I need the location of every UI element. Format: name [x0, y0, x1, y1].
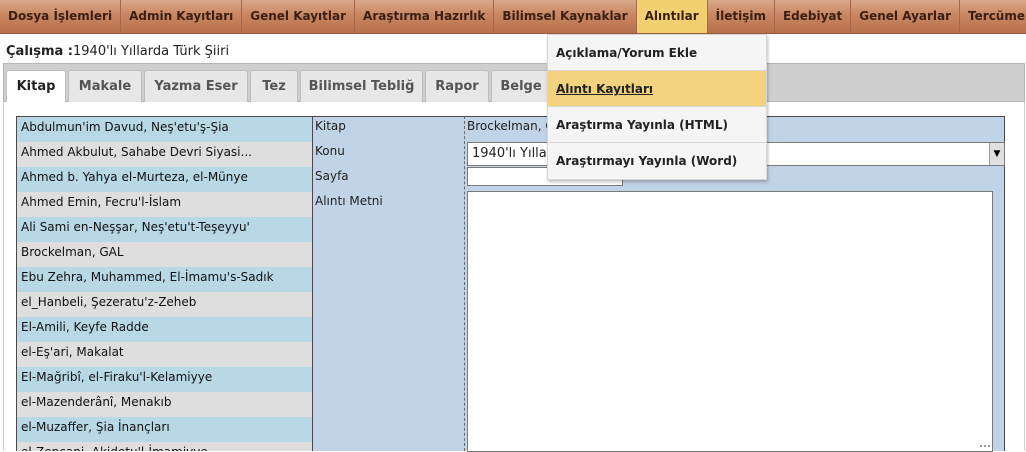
- list-item[interactable]: Abdulmun'im Davud, Neş'etu'ş-Şia: [17, 117, 312, 142]
- dropdown-arastirma-yayinla-word[interactable]: Araştırmayı Yayınla (Word): [548, 143, 766, 179]
- list-item[interactable]: Ali Sami en-Neşşar, Neş'etu't-Teşeyyu': [17, 217, 312, 242]
- study-label: Çalışma :: [6, 44, 74, 59]
- form-labels: Kitap Konu Sayfa Alıntı Metni: [313, 116, 464, 451]
- list-item[interactable]: el-Zencani, Akidetu'l-İmamiyye: [17, 442, 312, 451]
- list-item[interactable]: Ebu Zehra, Muhammed, El-İmamu's-Sadık: [17, 267, 312, 292]
- dropdown-alinti-kayitlari[interactable]: Alıntı Kayıtları: [548, 71, 766, 107]
- list-item[interactable]: Ahmed b. Yahya el-Murteza, el-Münye: [17, 167, 312, 192]
- menu-genel-kayitlar[interactable]: Genel Kayıtlar: [242, 0, 356, 33]
- main-menu-bar: Dosya İşlemleri Admin Kayıtları Genel Ka…: [0, 0, 1026, 34]
- list-item[interactable]: el_Hanbeli, Şezeratu'z-Zeheb: [17, 292, 312, 317]
- label-page: Sayfa: [315, 169, 349, 183]
- list-item[interactable]: el-Eş'ari, Makalat: [17, 342, 312, 367]
- book-list[interactable]: Abdulmun'im Davud, Neş'etu'ş-Şia Ahmed A…: [16, 116, 313, 451]
- menu-arastirma-hazirlik[interactable]: Araştırma Hazırlık: [355, 0, 495, 33]
- menu-tercume[interactable]: Tercüme: [960, 0, 1026, 33]
- dropdown-arastirma-yayinla-html[interactable]: Araştırma Yayınla (HTML): [548, 107, 766, 143]
- menu-alintilar[interactable]: Alıntılar: [636, 0, 708, 33]
- tab-tez[interactable]: Tez: [250, 70, 298, 103]
- chevron-down-icon[interactable]: ▼: [989, 143, 1004, 165]
- label-quote: Alıntı Metni: [315, 194, 383, 208]
- dropdown-aciklama-yorum-ekle[interactable]: Açıklama/Yorum Ekle: [548, 35, 766, 71]
- list-item[interactable]: Brockelman, GAL: [17, 242, 312, 267]
- menu-bilimsel-kaynaklar[interactable]: Bilimsel Kaynaklar: [494, 0, 637, 33]
- alintilar-dropdown: Açıklama/Yorum Ekle Alıntı Kayıtları Ara…: [547, 34, 767, 180]
- list-item[interactable]: El-Amili, Keyfe Radde: [17, 317, 312, 342]
- quote-textarea[interactable]: [467, 191, 993, 452]
- tab-yazma-eser[interactable]: Yazma Eser: [144, 70, 248, 103]
- tab-bilimsel-teblig[interactable]: Bilimsel Tebliğ: [300, 70, 423, 103]
- list-item[interactable]: Ahmed Emin, Fecru'l-İslam: [17, 192, 312, 217]
- study-value: 1940'lı Yıllarda Türk Şiiri: [73, 44, 230, 59]
- resize-grip-icon[interactable]: [980, 445, 990, 451]
- menu-iletisim[interactable]: İletişim: [708, 0, 775, 33]
- source-type-tabs: Kitap Makale Yazma Eser Tez Bilimsel Teb…: [3, 63, 1025, 104]
- list-item[interactable]: el-Mazenderânî, Menakıb: [17, 392, 312, 417]
- tab-kitap[interactable]: Kitap: [6, 70, 66, 104]
- menu-dosya-islemleri[interactable]: Dosya İşlemleri: [0, 0, 122, 33]
- tab-belge[interactable]: Belge: [491, 70, 551, 103]
- list-item[interactable]: el-Muzaffer, Şia İnançları: [17, 417, 312, 442]
- menu-admin-kayitlari[interactable]: Admin Kayıtları: [121, 0, 243, 33]
- menu-edebiyat[interactable]: Edebiyat: [775, 0, 852, 33]
- label-book: Kitap: [315, 119, 346, 133]
- tab-makale[interactable]: Makale: [68, 70, 142, 103]
- list-item[interactable]: Ahmed Akbulut, Sahabe Devri Siyasi...: [17, 142, 312, 167]
- label-topic: Konu: [315, 144, 345, 158]
- tab-rapor[interactable]: Rapor: [425, 70, 489, 103]
- list-item[interactable]: El-Mağribî, el-Firaku'l-Kelamiyye: [17, 367, 312, 392]
- study-title: Çalışma :1940'lı Yıllarda Türk Şiiri: [6, 44, 229, 59]
- menu-genel-ayarlar[interactable]: Genel Ayarlar: [851, 0, 961, 33]
